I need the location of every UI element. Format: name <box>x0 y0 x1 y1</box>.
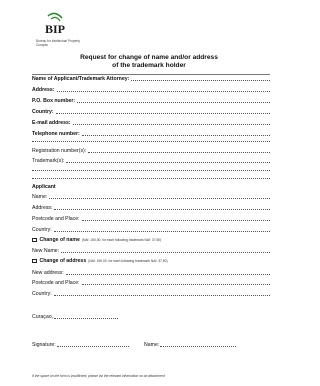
new-name-field[interactable]: New Name: <box>32 246 270 254</box>
footnote: If the space on the form is insufficient… <box>32 374 165 378</box>
trademarks-label: Trademark(s): <box>32 158 65 164</box>
applicant-address-label: Address: <box>32 205 53 211</box>
holder-pobox-label: P.O. Box number: <box>32 98 76 104</box>
holder-email-label: E-mail address: <box>32 120 71 126</box>
holder-pobox-field[interactable]: P.O. Box number: <box>32 96 270 104</box>
blank-line[interactable] <box>32 170 270 171</box>
new-name-label: New Name: <box>32 248 60 254</box>
applicant-heading: Applicant <box>32 184 56 190</box>
logo-text: BIP <box>45 22 65 36</box>
holder-address-label: Address: <box>32 87 55 93</box>
change-address-checkbox[interactable] <box>32 258 37 264</box>
applicant-country-field[interactable]: Country: <box>32 225 270 233</box>
signer-name-label: Name: <box>144 342 160 348</box>
holder-country-field[interactable]: Country: <box>32 107 270 115</box>
place-date-field[interactable]: Curaçao, <box>32 314 119 320</box>
change-name-label: Change of name <box>39 237 80 243</box>
change-address-option[interactable]: Change of address (NAf. 150,00, for each… <box>32 257 270 265</box>
new-address-label: New address: <box>32 270 64 276</box>
new-postcode-field[interactable]: Postcode and Place: <box>32 278 270 286</box>
new-country-field[interactable]: Country: <box>32 289 270 297</box>
applicant-address-field[interactable]: Address: <box>32 203 270 211</box>
signature-field[interactable]: Signature: <box>32 342 129 348</box>
applicant-postcode-label: Postcode and Place: <box>32 216 80 222</box>
holder-telephone-field[interactable]: Telephone number: <box>32 129 270 137</box>
registration-number-label: Registration number(s): <box>32 148 87 154</box>
holder-name-field[interactable]: Name of Applicant/Trademark Attorney: <box>32 74 270 82</box>
holder-email-field[interactable]: E-mail address: <box>32 118 270 126</box>
bip-logo-mark: BIP <box>45 12 65 36</box>
change-address-fee: (NAf. 150,00, for each following tradema… <box>88 259 168 263</box>
applicant-name-label: Name: <box>32 194 48 200</box>
blank-line[interactable] <box>32 141 270 142</box>
change-name-checkbox[interactable] <box>32 237 37 243</box>
holder-country-label: Country: <box>32 109 54 115</box>
form-title-line2: of the trademark holder <box>112 62 186 69</box>
holder-telephone-label: Telephone number: <box>32 131 80 137</box>
signer-name-field[interactable]: Name: <box>144 342 237 348</box>
new-country-label: Country: <box>32 291 52 297</box>
change-name-fee: (NAf. 150,00, for each following tradema… <box>81 238 162 242</box>
new-address-field[interactable]: New address: <box>32 268 270 276</box>
signature-label: Signature: <box>32 342 56 348</box>
logo-org-location: Curaçao <box>36 43 49 47</box>
registration-number-field[interactable]: Registration number(s): <box>32 146 270 154</box>
applicant-name-field[interactable]: Name: <box>32 192 270 200</box>
applicant-country-label: Country: <box>32 227 52 233</box>
holder-name-label: Name of Applicant/Trademark Attorney: <box>32 76 130 82</box>
holder-address-field[interactable]: Address: <box>32 85 270 93</box>
place-label: Curaçao, <box>32 314 54 320</box>
trademarks-field[interactable]: Trademark(s): <box>32 156 270 164</box>
change-address-label: Change of address <box>39 258 87 264</box>
applicant-postcode-field[interactable]: Postcode and Place: <box>32 214 270 222</box>
change-name-option[interactable]: Change of name (NAf. 150,00, for each fo… <box>32 236 270 244</box>
new-postcode-label: Postcode and Place: <box>32 280 80 286</box>
bip-logo: BIP Bureau for Intellectual Property Cur… <box>28 12 108 56</box>
blank-line[interactable] <box>32 178 270 179</box>
form-title-line1: Request for change of name and/or addres… <box>80 54 218 61</box>
